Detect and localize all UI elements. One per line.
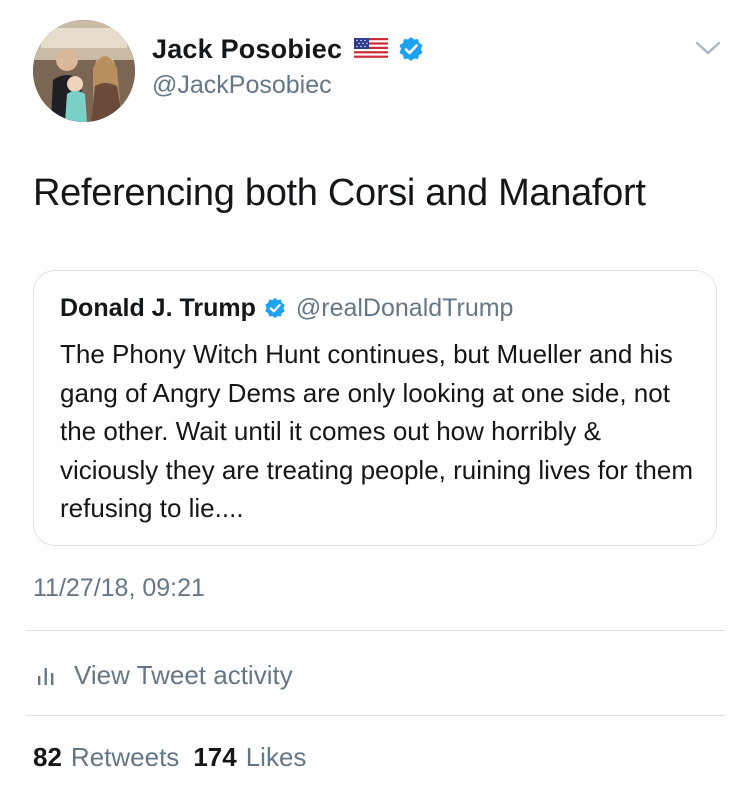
author-handle[interactable]: @JackPosobiec xyxy=(152,71,332,100)
author-display-name[interactable]: Jack Posobiec xyxy=(152,34,342,65)
quoted-tweet-header: Donald J. Trump @realDonaldTrump xyxy=(60,293,513,323)
chevron-down-icon[interactable] xyxy=(694,38,722,58)
us-flag-icon xyxy=(354,38,389,60)
quoted-tweet-text: The Phony Witch Hunt continues, but Muel… xyxy=(60,339,693,524)
verified-badge-icon xyxy=(398,36,424,62)
view-tweet-activity-label: View Tweet activity xyxy=(74,659,293,690)
quoted-author-display-name: Donald J. Trump xyxy=(60,293,256,322)
tweet-timestamp: 11/27/18, 09:21 xyxy=(33,574,205,602)
tweet-text: Referencing both Corsi and Manafort xyxy=(33,172,646,214)
bar-chart-icon xyxy=(36,664,56,686)
quoted-tweet-card[interactable]: Donald J. Trump @realDonaldTrump The Pho… xyxy=(33,270,717,546)
tweet-stats: 82 Retweets 174 Likes xyxy=(33,742,306,773)
author-name-row: Jack Posobiec xyxy=(152,33,424,65)
retweets-count[interactable]: 82 xyxy=(33,742,62,773)
likes-count[interactable]: 174 xyxy=(193,742,236,773)
tweet-header: Jack Posobiec @JackPosobiec xyxy=(0,0,750,140)
divider xyxy=(26,715,725,716)
retweets-label[interactable]: Retweets xyxy=(71,742,179,773)
likes-label[interactable]: Likes xyxy=(246,742,307,773)
avatar[interactable] xyxy=(33,20,135,122)
verified-badge-icon xyxy=(264,297,286,319)
divider xyxy=(26,630,725,631)
quoted-author-handle: @realDonaldTrump xyxy=(295,293,514,322)
avatar-image xyxy=(33,20,135,122)
view-tweet-activity-button[interactable]: View Tweet activity xyxy=(36,657,293,693)
